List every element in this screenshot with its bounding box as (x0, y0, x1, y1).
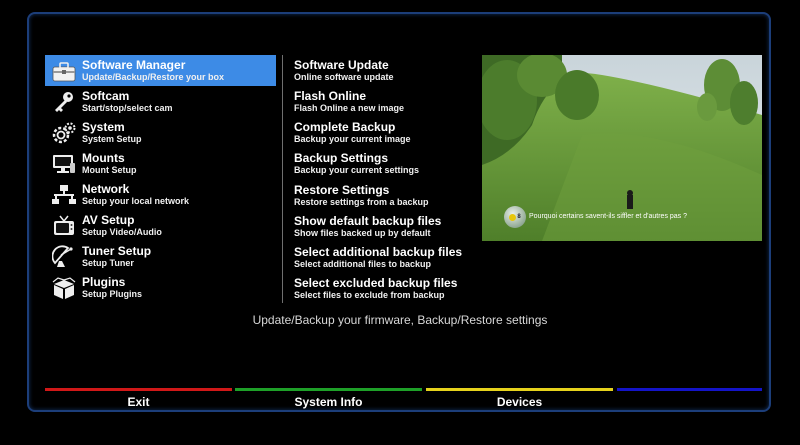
menu-item-network[interactable]: Network Setup your local network (45, 179, 276, 210)
submenu-item-subtitle: Restore settings from a backup (294, 196, 429, 207)
channel-badge-text: 8 (517, 214, 521, 220)
submenu-item-subtitle: Show files backed up by default (294, 227, 431, 238)
menu-item-subtitle: Setup Tuner (82, 257, 134, 268)
menu-item-title: Mounts (82, 150, 125, 165)
menu-item-title: Network (82, 181, 130, 196)
red-bar (45, 388, 232, 391)
menu-item-software-manager[interactable]: Software Manager Update/Backup/Restore y… (45, 55, 276, 86)
yellow-button-devices[interactable]: Devices (426, 388, 613, 410)
submenu-item-title: Software Update (294, 57, 389, 72)
menu-item-title: System (82, 119, 125, 134)
menu-item-title: Plugins (82, 274, 126, 289)
menu-item-subtitle: Mount Setup (82, 164, 137, 175)
submenu-item-title: Show default backup files (294, 213, 442, 228)
menu-divider (282, 55, 283, 303)
selection-description: Update/Backup your firmware, Backup/Rest… (252, 313, 548, 327)
menu-item-title: Softcam (82, 88, 130, 103)
yellow-bar (426, 388, 613, 391)
puzzle-box-icon (51, 275, 77, 301)
submenu-item-title: Flash Online (294, 88, 367, 103)
tv-icon (51, 213, 77, 239)
menu-item-title: AV Setup (82, 212, 135, 227)
button-label: Exit (127, 395, 150, 409)
preview-subtitle: Pourquoi certains savent-ils siffler et … (529, 213, 688, 220)
submenu-item-title: Restore Settings (294, 182, 390, 197)
submenu-item-select-additional-backup-files[interactable]: Select additional backup files Select ad… (294, 243, 479, 274)
monitor-icon (51, 151, 77, 177)
submenu-item-subtitle: Flash Online a new image (294, 102, 405, 113)
submenu-item-title: Complete Backup (294, 120, 396, 135)
satellite-dish-icon (51, 244, 77, 270)
submenu-list: Software Update Online software update F… (294, 55, 479, 305)
menu-item-softcam[interactable]: Softcam Start/stop/select cam (45, 86, 276, 117)
menu-item-subtitle: Update/Backup/Restore your box (82, 71, 225, 82)
main-menu: Software Manager Update/Backup/Restore y… (45, 55, 276, 303)
submenu-item-select-excluded-backup-files[interactable]: Select excluded backup files Select file… (294, 274, 479, 305)
key-icon (51, 89, 77, 115)
submenu-item-subtitle: Select additional files to backup (294, 259, 432, 270)
submenu-item-backup-settings[interactable]: Backup Settings Backup your current sett… (294, 149, 479, 180)
menu-item-subtitle: Setup your local network (82, 195, 190, 206)
submenu-item-title: Select additional backup files (294, 245, 463, 260)
submenu-item-subtitle: Select files to exclude from backup (294, 290, 445, 301)
tv-preview: 8 Pourquoi certains savent-ils siffler e… (482, 55, 762, 241)
menu-item-plugins[interactable]: Plugins Setup Plugins (45, 272, 276, 303)
submenu-item-show-default-backup-files[interactable]: Show default backup files Show files bac… (294, 211, 479, 242)
menu-item-system[interactable]: System System Setup (45, 117, 276, 148)
submenu-item-restore-settings[interactable]: Restore Settings Restore settings from a… (294, 180, 479, 211)
submenu-item-title: Backup Settings (294, 151, 389, 166)
menu-item-subtitle: Setup Video/Audio (82, 226, 162, 237)
submenu-item-subtitle: Backup your current image (294, 134, 411, 145)
network-icon (51, 182, 77, 208)
submenu-item-complete-backup[interactable]: Complete Backup Backup your current imag… (294, 118, 479, 149)
blue-button[interactable] (617, 388, 762, 410)
red-button-exit[interactable]: Exit (45, 388, 232, 410)
gears-icon (51, 120, 77, 146)
green-bar (235, 388, 422, 391)
submenu-item-flash-online[interactable]: Flash Online Flash Online a new image (294, 86, 479, 117)
blue-bar (617, 388, 762, 391)
menu-item-av-setup[interactable]: AV Setup Setup Video/Audio (45, 210, 276, 241)
menu-item-subtitle: Start/stop/select cam (82, 102, 173, 113)
submenu-item-title: Select excluded backup files (294, 276, 458, 291)
menu-item-subtitle: Setup Plugins (82, 288, 143, 299)
channel-logo-icon: 8 (504, 206, 526, 228)
toolbox-icon (51, 58, 77, 84)
menu-item-subtitle: System Setup (82, 133, 142, 144)
button-label: Devices (496, 395, 543, 409)
menu-item-tuner-setup[interactable]: Tuner Setup Setup Tuner (45, 241, 276, 272)
green-button-system-info[interactable]: System Info (235, 388, 422, 410)
color-button-bar: Exit System Info Devices (45, 388, 762, 410)
submenu-item-subtitle: Backup your current settings (294, 165, 420, 176)
menu-item-title: Software Manager (82, 57, 186, 72)
submenu-item-subtitle: Online software update (294, 71, 394, 82)
menu-item-mounts[interactable]: Mounts Mount Setup (45, 148, 276, 179)
menu-item-title: Tuner Setup (82, 243, 152, 258)
submenu-item-software-update[interactable]: Software Update Online software update (294, 55, 479, 86)
button-label: System Info (294, 395, 363, 409)
